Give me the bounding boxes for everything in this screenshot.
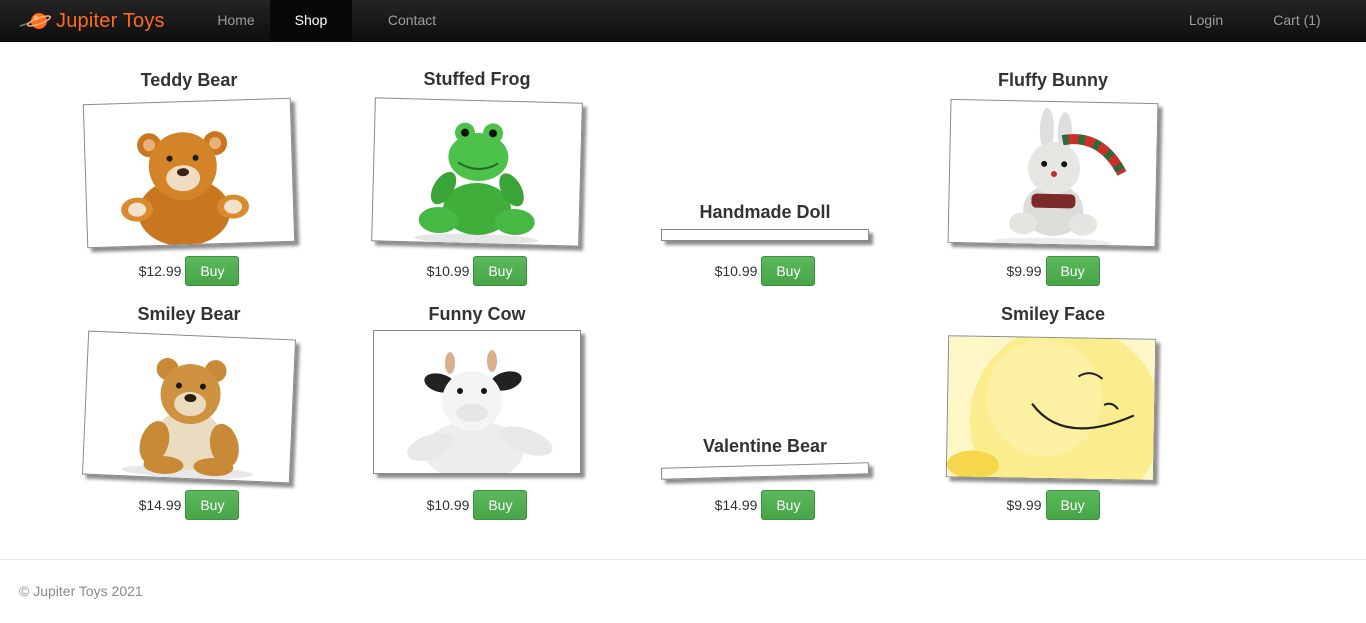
product-price: $10.99 bbox=[714, 263, 758, 279]
product-card-valentine-bear: Valentine Bear $14.99 Buy bbox=[650, 300, 880, 522]
nav-login[interactable]: Login bbox=[1170, 0, 1242, 42]
buy-button[interactable]: Buy bbox=[473, 490, 528, 520]
brand-name: Jupiter Toys bbox=[56, 9, 165, 32]
stuffed-frog-image bbox=[371, 97, 583, 247]
product-title: Smiley Face bbox=[1000, 304, 1106, 324]
product-card-teddy-bear: Teddy Bear $12.99 Buy bbox=[74, 66, 304, 288]
valentine-bear-image bbox=[660, 462, 870, 480]
product-price: $9.99 bbox=[1006, 497, 1042, 513]
product-price: $14.99 bbox=[714, 497, 758, 513]
price-row: $10.99 Buy bbox=[362, 490, 592, 520]
product-price: $10.99 bbox=[426, 263, 470, 279]
product-title: Stuffed Frog bbox=[423, 69, 531, 89]
product-card-smiley-bear: Smiley Bear $14.99 Buy bbox=[74, 300, 304, 522]
price-row: $10.99 Buy bbox=[362, 256, 592, 286]
price-row: $10.99 Buy bbox=[650, 256, 880, 286]
product-card-fluffy-bunny: Fluffy Bunny $9.99 Buy bbox=[938, 66, 1168, 288]
product-title: Teddy Bear bbox=[140, 70, 238, 90]
product-price: $9.99 bbox=[1006, 263, 1042, 279]
nav-cart[interactable]: Cart (1) bbox=[1256, 0, 1338, 42]
price-row: $9.99 Buy bbox=[938, 490, 1168, 520]
product-title: Smiley Bear bbox=[137, 304, 241, 324]
product-price: $10.99 bbox=[426, 497, 470, 513]
brand-link[interactable]: Jupiter Toys bbox=[18, 0, 165, 42]
nav-contact[interactable]: Contact bbox=[370, 0, 454, 42]
funny-cow-image bbox=[373, 330, 581, 474]
teddy-bear-image bbox=[82, 97, 296, 249]
planet-logo-icon bbox=[18, 11, 52, 31]
product-price: $12.99 bbox=[138, 263, 182, 279]
product-title: Handmade Doll bbox=[699, 202, 831, 222]
product-title: Fluffy Bunny bbox=[998, 70, 1108, 90]
buy-button[interactable]: Buy bbox=[185, 256, 240, 286]
product-card-stuffed-frog: Stuffed Frog $10.99 Buy bbox=[362, 66, 592, 288]
nav-home[interactable]: Home bbox=[199, 0, 273, 42]
footer-copyright: © Jupiter Toys 2021 bbox=[19, 583, 143, 599]
product-card-smiley-face: Smiley Face $9.99 Buy bbox=[938, 300, 1168, 522]
buy-button[interactable]: Buy bbox=[761, 256, 816, 286]
buy-button[interactable]: Buy bbox=[473, 256, 528, 286]
buy-button[interactable]: Buy bbox=[1045, 256, 1100, 286]
product-title: Funny Cow bbox=[428, 304, 526, 324]
price-row: $14.99 Buy bbox=[74, 490, 304, 520]
nav-shop[interactable]: Shop bbox=[270, 0, 352, 42]
product-card-funny-cow: Funny Cow $10.99 Buy bbox=[362, 300, 592, 522]
smiley-bear-image bbox=[81, 330, 297, 484]
product-title: Valentine Bear bbox=[702, 436, 828, 456]
navbar: Jupiter Toys Home Shop Contact Login Car… bbox=[0, 0, 1366, 42]
footer-divider bbox=[0, 559, 1366, 560]
product-card-handmade-doll: Handmade Doll $10.99 Buy bbox=[650, 66, 880, 288]
buy-button[interactable]: Buy bbox=[761, 490, 816, 520]
price-row: $9.99 Buy bbox=[938, 256, 1168, 286]
smiley-face-image bbox=[945, 335, 1157, 481]
price-row: $14.99 Buy bbox=[650, 490, 880, 520]
handmade-doll-image bbox=[661, 229, 869, 241]
product-price: $14.99 bbox=[138, 497, 182, 513]
buy-button[interactable]: Buy bbox=[1045, 490, 1100, 520]
fluffy-bunny-image bbox=[947, 98, 1159, 248]
price-row: $12.99 Buy bbox=[74, 256, 304, 286]
buy-button[interactable]: Buy bbox=[185, 490, 240, 520]
